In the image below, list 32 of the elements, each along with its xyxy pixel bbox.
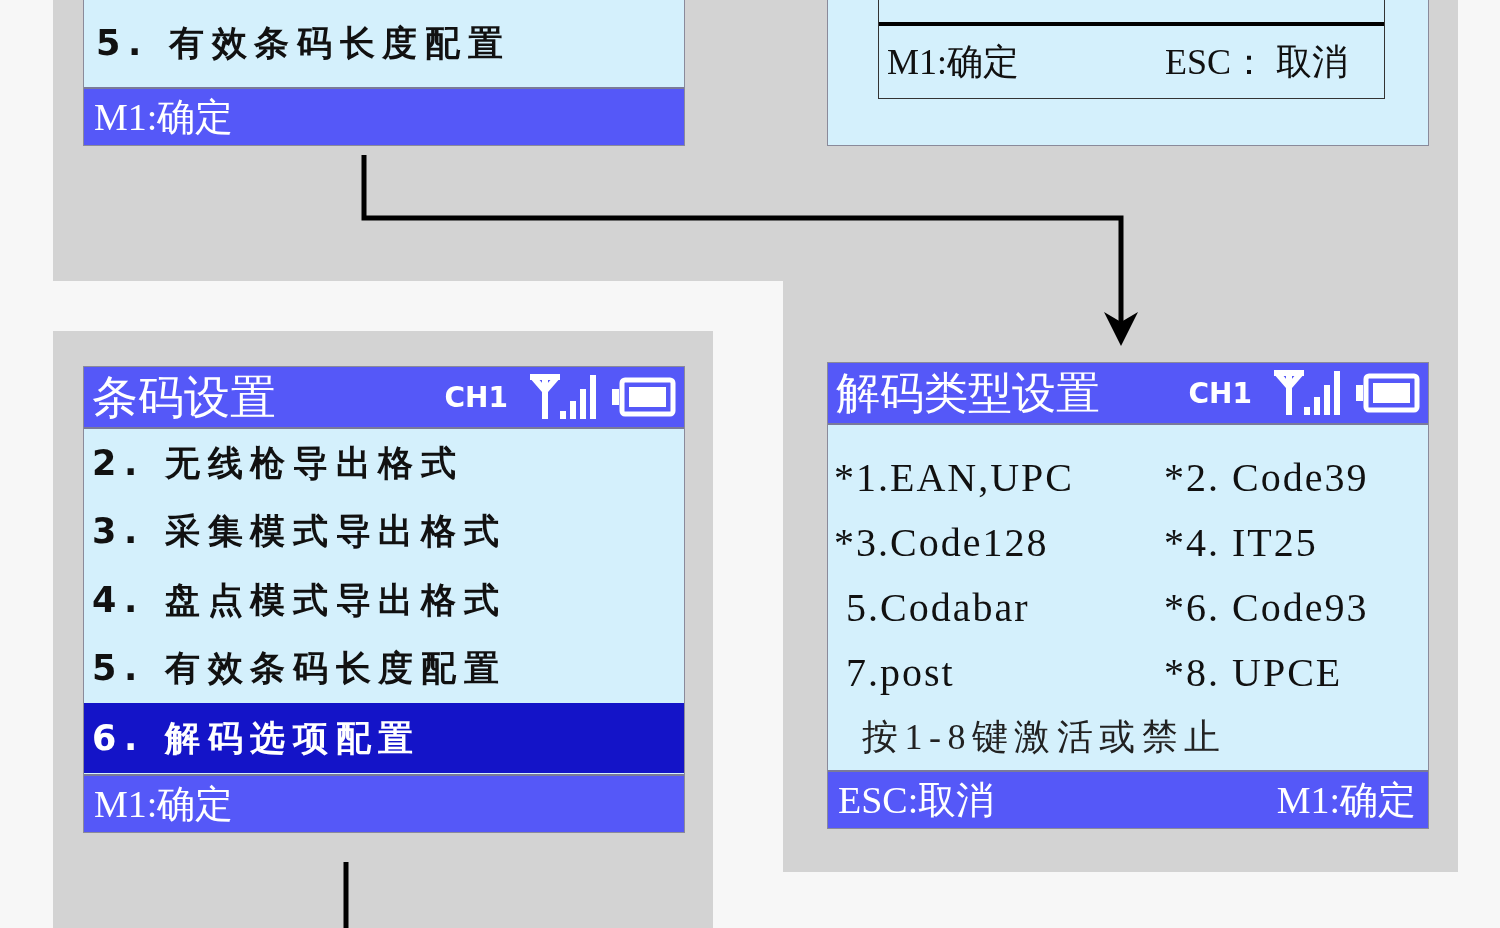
softkey-label: M1:确定	[94, 781, 234, 827]
signal-icon	[1304, 369, 1340, 417]
decode-type-option[interactable]: *1.EAN,UPC	[834, 445, 1164, 510]
decode-type-option[interactable]: *8. UPCE	[1164, 640, 1428, 705]
hint-text: 按1-8键激活或禁止	[861, 716, 1228, 759]
softkey-label: M1:确定	[94, 94, 234, 140]
softkey-label: ESC:取消	[838, 777, 995, 823]
softkey-label: M1:确定	[887, 40, 1019, 84]
softkey-label: ESC： 取消	[1164, 40, 1348, 84]
screen-title: 条码设置	[92, 374, 276, 420]
screen-title: 解码类型设置	[836, 371, 1100, 415]
battery-icon	[612, 377, 676, 417]
signal-icon	[560, 373, 596, 421]
channel-label: CH1	[444, 380, 508, 414]
menu-item[interactable]: 3. 采集模式导出格式	[84, 497, 684, 566]
decode-type-option[interactable]: *6. Code93	[1164, 575, 1428, 640]
channel-label: CH1	[1188, 376, 1252, 410]
battery-icon	[1356, 373, 1420, 413]
decode-type-option[interactable]: *3.Code128	[834, 510, 1164, 575]
menu-item[interactable]: 2. 无线枪导出格式	[84, 429, 684, 498]
antenna-icon	[528, 373, 562, 421]
menu-item[interactable]: 6. 解码选项配置	[84, 703, 684, 773]
decode-type-option[interactable]: 5.Codabar	[834, 575, 1164, 640]
connector-line	[343, 862, 349, 928]
decode-type-option[interactable]: *4. IT25	[1164, 510, 1428, 575]
decode-type-option[interactable]: 7.post	[834, 640, 1164, 705]
menu-item[interactable]: 5. 有效条码长度配置	[84, 634, 684, 703]
softkey-label: M1:确定	[1276, 777, 1416, 823]
antenna-icon	[1272, 369, 1306, 417]
menu-item[interactable]: 5. 有效条码长度配置	[84, 0, 684, 87]
decode-type-option[interactable]: *2. Code39	[1164, 445, 1428, 510]
menu-item[interactable]: 4. 盘点模式导出格式	[84, 566, 684, 635]
